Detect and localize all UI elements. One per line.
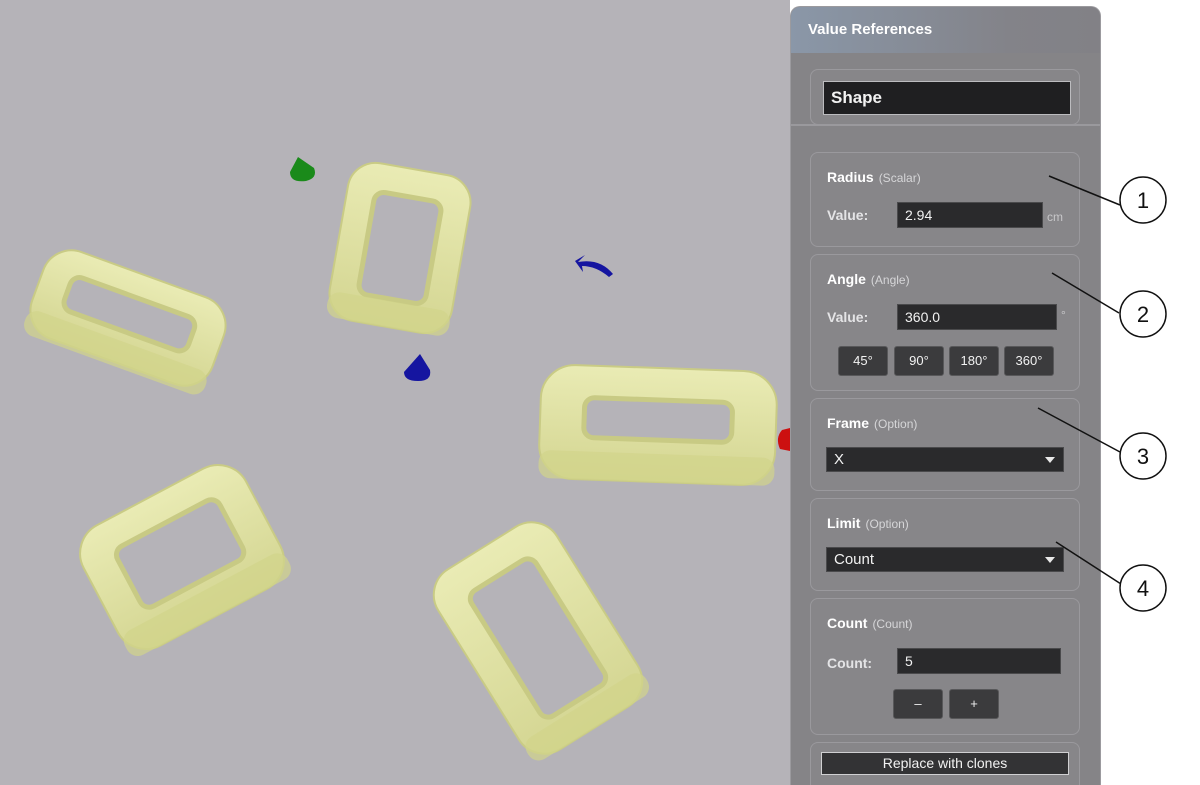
callout-number-1: 1 bbox=[1137, 188, 1149, 213]
callout-number-2: 2 bbox=[1137, 302, 1149, 327]
callout-leader-line bbox=[1055, 541, 1122, 585]
callout-leader-line bbox=[1037, 407, 1121, 453]
callout-leader-line bbox=[1048, 175, 1121, 206]
callout-number-4: 4 bbox=[1137, 576, 1149, 601]
callout-leader-line bbox=[1051, 272, 1120, 314]
callout-annotations: 1 2 3 4 bbox=[1037, 175, 1167, 612]
callout-number-3: 3 bbox=[1137, 444, 1149, 469]
